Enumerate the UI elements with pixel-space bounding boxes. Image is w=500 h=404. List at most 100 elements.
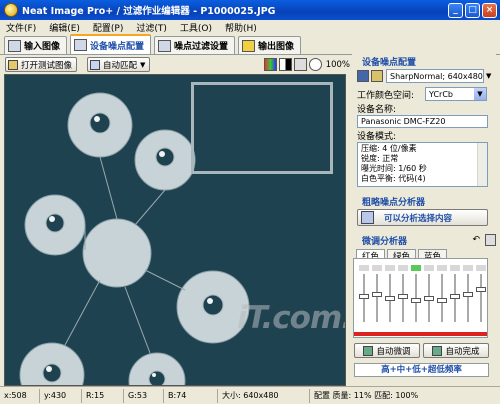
auto-complete-label: 自动完成 <box>445 346 480 357</box>
status-r: R:15 <box>82 388 124 403</box>
save-profile-icon[interactable] <box>357 70 369 82</box>
slider-track <box>376 274 378 322</box>
profile-select[interactable]: SharpNormal; 640x480 <box>386 69 484 83</box>
trash-icon[interactable] <box>485 234 496 246</box>
app-icon <box>4 3 18 17</box>
slider-thumb[interactable] <box>398 293 408 299</box>
analysis-selection-rect[interactable] <box>191 82 333 174</box>
load-profile-icon[interactable] <box>371 70 383 82</box>
tab-output-image[interactable]: 输出图像 <box>238 36 302 54</box>
slider-thumb[interactable] <box>476 287 486 293</box>
tab-label: 输入图像 <box>24 42 61 52</box>
open-test-image-button[interactable]: 打开测试图像 <box>5 57 78 72</box>
fine-tune-slider[interactable] <box>411 265 421 331</box>
device-mode-scrollbar[interactable] <box>477 143 487 186</box>
analyze-selection-button[interactable]: 可以分析选择内容 <box>357 209 488 226</box>
slider-thumb[interactable] <box>372 291 382 297</box>
color-space-label: 工作颜色空间: <box>357 90 415 101</box>
slider-toggle[interactable] <box>463 265 473 271</box>
fine-tune-slider[interactable] <box>359 265 369 331</box>
slider-toggle[interactable] <box>476 265 486 271</box>
coarse-analyzer-title: 粗略噪点分析器 <box>362 198 426 208</box>
slider-toggle[interactable] <box>450 265 460 271</box>
window-title: Neat Image Pro+ / 过滤作业编辑器 - P1000025.JPG <box>22 6 276 17</box>
pencil-icon <box>361 211 374 224</box>
zoom-icon[interactable] <box>308 58 322 71</box>
auto-fine-tune-button[interactable]: 自动微调 <box>354 343 420 358</box>
slider-thumb[interactable] <box>424 296 434 301</box>
auto-match-label: 自动匹配 <box>103 60 138 71</box>
chevron-down-icon[interactable]: ▼ <box>474 88 486 100</box>
camera-icon <box>74 39 88 51</box>
sound-icon[interactable] <box>293 58 307 71</box>
slider-thumb[interactable] <box>437 298 447 304</box>
slider-toggle[interactable] <box>424 265 434 271</box>
analyze-selection-label: 可以分析选择内容 <box>384 213 453 224</box>
auto-match-button[interactable]: 自动匹配 ▼ <box>87 57 151 72</box>
status-g: G:53 <box>124 388 164 403</box>
output-image-icon <box>242 39 256 52</box>
tab-label: 噪点过滤设置 <box>174 42 229 52</box>
slider-thumb[interactable] <box>385 296 395 301</box>
menu-file[interactable]: 文件(F) <box>6 21 36 34</box>
fine-tune-slider[interactable] <box>437 265 447 331</box>
image-viewer[interactable]: iT.com.cn <box>4 74 346 386</box>
menu-filter[interactable]: 过滤(T) <box>136 21 167 34</box>
tab-device-noise-profile[interactable]: 设备噪点配置 <box>70 34 152 54</box>
color-space-select[interactable]: YCrCb ▼ <box>425 87 487 101</box>
fine-tune-slider[interactable] <box>372 265 382 331</box>
tab-noise-filter-settings[interactable]: 噪点过滤设置 <box>154 36 236 54</box>
color-view-icon[interactable] <box>263 58 277 71</box>
status-bar: x:508 y:430 R:15 G:53 B:74 大小: 640x480 配… <box>0 386 500 404</box>
slider-toggle[interactable] <box>398 265 408 271</box>
auto-complete-icon <box>432 345 443 356</box>
device-name-field[interactable]: Panasonic DMC-FZ20 <box>357 115 488 128</box>
auto-complete-button[interactable]: 自动完成 <box>423 343 489 358</box>
fine-tune-slider[interactable] <box>424 265 434 331</box>
input-image-icon <box>8 39 21 52</box>
chevron-down-icon[interactable]: ▼ <box>486 72 491 80</box>
fine-tune-slider[interactable] <box>398 265 408 331</box>
slider-toggle[interactable] <box>411 265 421 271</box>
maximize-button[interactable]: □ <box>465 2 480 18</box>
zoom-level: 100% <box>325 59 350 70</box>
menu-edit[interactable]: 编辑(E) <box>49 21 80 34</box>
status-config: 配置 质量: 11% 匹配: 100% <box>314 390 419 400</box>
slider-track <box>467 274 469 322</box>
color-space-value: YCrCb <box>429 89 453 99</box>
tab-input-image[interactable]: 输入图像 <box>4 36 68 54</box>
contrast-view-icon[interactable] <box>278 58 292 71</box>
slider-toggle[interactable] <box>385 265 395 271</box>
minimize-button[interactable]: _ <box>448 2 463 18</box>
slider-toggle[interactable] <box>372 265 382 271</box>
image-toolbar: 打开测试图像 自动匹配 ▼ 100% <box>0 56 350 73</box>
fine-tune-slider[interactable] <box>450 265 460 331</box>
slider-thumb[interactable] <box>359 293 369 299</box>
fine-tune-slider[interactable] <box>385 265 395 331</box>
profile-select-value: SharpNormal; 640x480 <box>390 71 483 81</box>
close-button[interactable]: × <box>482 2 497 18</box>
level-bar <box>354 332 487 336</box>
device-mode-textarea[interactable]: 压缩: 4 位/像素 锐度: 正常 曝光时间: 1/60 秒 白色平衡: 代码(… <box>357 142 488 187</box>
slider-thumb[interactable] <box>411 298 421 304</box>
device-mode-line: 曝光时间: 1/60 秒 <box>361 164 427 173</box>
menu-bar: 文件(F) 编辑(E) 配置(P) 过滤(T) 工具(O) 帮助(H) <box>0 20 500 34</box>
slider-thumb[interactable] <box>463 291 473 297</box>
fine-tune-slider[interactable] <box>476 265 486 331</box>
slider-toggle[interactable] <box>437 265 447 271</box>
status-x: x:508 <box>0 388 40 403</box>
slider-thumb[interactable] <box>450 293 460 299</box>
tab-bar: 输入图像 设备噪点配置 噪点过滤设置 输出图像 <box>0 34 500 55</box>
fine-tune-slider[interactable] <box>463 265 473 331</box>
device-mode-line: 压缩: 4 位/像素 <box>361 144 417 153</box>
menu-help[interactable]: 帮助(H) <box>225 21 257 34</box>
chevron-down-icon[interactable]: ▼ <box>140 61 145 69</box>
auto-match-icon <box>90 59 101 70</box>
open-folder-icon <box>8 59 18 70</box>
undo-icon[interactable]: ↶ <box>472 235 480 245</box>
frequency-label: 高+中+低+超低频率 <box>354 363 489 377</box>
slider-toggle[interactable] <box>359 265 369 271</box>
menu-profile[interactable]: 配置(P) <box>93 21 123 34</box>
menu-tools[interactable]: 工具(O) <box>180 21 212 34</box>
status-y: y:430 <box>40 388 82 403</box>
